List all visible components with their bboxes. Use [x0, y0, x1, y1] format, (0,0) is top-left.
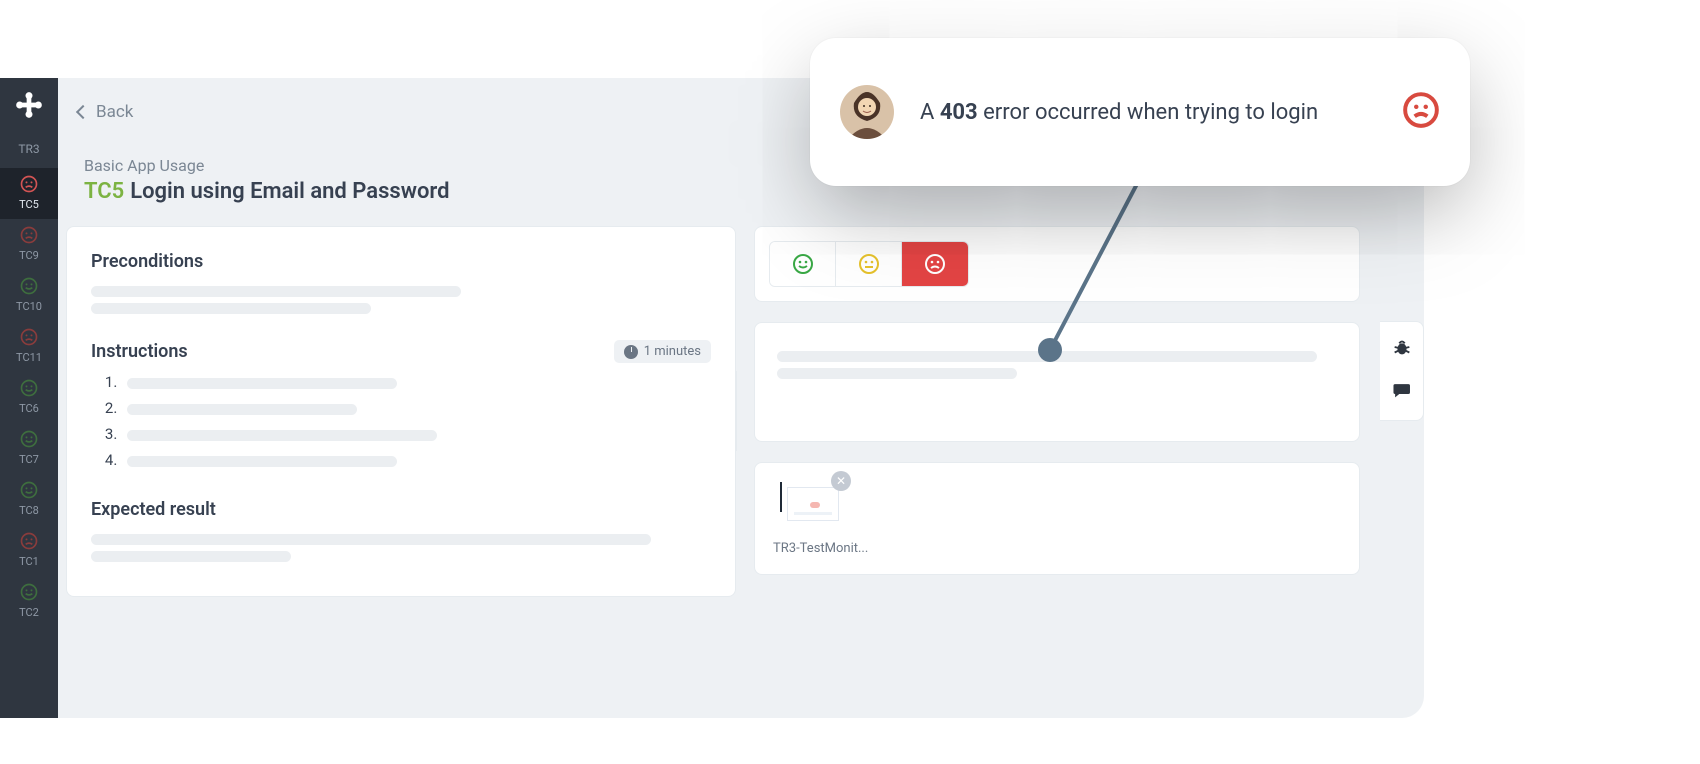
- sad-face-icon: [19, 327, 39, 347]
- side-rail: [1380, 321, 1424, 421]
- comment-icon-button[interactable]: [1391, 380, 1413, 406]
- sidebar-run-label: TR3: [18, 142, 39, 156]
- sidebar-item-tc7[interactable]: TC7: [0, 423, 58, 474]
- attachment-filename: TR3-TestMonit...: [773, 541, 1341, 556]
- list-item: [121, 373, 711, 391]
- sidebar-item-label: TC5: [19, 198, 39, 211]
- sidebar-item-label: TC9: [19, 249, 39, 262]
- app-logo-icon: [14, 90, 44, 120]
- status-caution-button[interactable]: [836, 242, 902, 286]
- chevron-left-icon: [76, 104, 90, 118]
- placeholder-line: [777, 368, 1017, 379]
- instructions-heading: Instructions: [91, 341, 188, 362]
- happy-face-icon: [19, 582, 39, 602]
- neutral-face-icon: [857, 252, 881, 276]
- sidebar-item-label: TC11: [16, 351, 42, 364]
- happy-face-icon: [19, 480, 39, 500]
- sad-face-icon: [19, 174, 39, 194]
- sidebar-item-label: TC1: [19, 555, 39, 568]
- toast-message: A 403 error occurred when trying to logi…: [920, 100, 1376, 125]
- avatar: [840, 85, 894, 139]
- placeholder-line: [91, 534, 651, 545]
- sidebar-item-tc9[interactable]: TC9: [0, 219, 58, 270]
- comment-icon: [1391, 380, 1413, 402]
- list-item: [121, 451, 711, 469]
- bug-icon: [1391, 336, 1413, 358]
- test-case-code: TC5: [84, 179, 124, 204]
- sidebar-item-tc5[interactable]: TC5: [0, 168, 58, 219]
- sidebar-item-label: TC7: [19, 453, 39, 466]
- status-pass-button[interactable]: [770, 242, 836, 286]
- sidebar-item-tc2[interactable]: TC2: [0, 576, 58, 627]
- sidebar-item-tc6[interactable]: TC6: [0, 372, 58, 423]
- test-case-title: Login using Email and Password: [130, 179, 449, 204]
- sidebar: TR3 TC5 TC9 TC10 TC11 TC6 TC7 TC8 TC1 TC…: [0, 78, 58, 718]
- time-estimate-text: 1 minutes: [644, 344, 701, 359]
- remove-attachment-button[interactable]: ✕: [831, 471, 851, 491]
- status-toggle: [769, 241, 969, 287]
- clock-icon: [624, 345, 638, 359]
- time-estimate-pill: 1 minutes: [614, 340, 711, 363]
- bug-icon-button[interactable]: [1391, 336, 1413, 362]
- sidebar-item-label: TC6: [19, 402, 39, 415]
- happy-face-icon: [19, 276, 39, 296]
- happy-face-icon: [19, 429, 39, 449]
- placeholder-line: [91, 551, 291, 562]
- status-fail-button[interactable]: [902, 242, 968, 286]
- sidebar-item-tc8[interactable]: TC8: [0, 474, 58, 525]
- sidebar-item-tc1[interactable]: TC1: [0, 525, 58, 576]
- list-item: [121, 399, 711, 417]
- placeholder-line: [91, 286, 461, 297]
- sidebar-item-tc11[interactable]: TC11: [0, 321, 58, 372]
- sidebar-item-label: TC8: [19, 504, 39, 517]
- attachments-card: ✕ TR3-TestMonit...: [754, 462, 1360, 575]
- placeholder-line: [91, 303, 371, 314]
- sad-face-icon: [19, 531, 39, 551]
- notification-toast: A 403 error occurred when trying to logi…: [810, 38, 1470, 186]
- happy-face-icon: [791, 252, 815, 276]
- details-card: Preconditions Instructions 1 minutes Exp…: [66, 226, 736, 597]
- happy-face-icon: [19, 378, 39, 398]
- sad-face-icon: [1402, 91, 1440, 129]
- back-label: Back: [96, 102, 133, 122]
- list-item: [121, 425, 711, 443]
- attachment-thumbnail: [787, 487, 839, 521]
- sidebar-item-label: TC2: [19, 606, 39, 619]
- instructions-list: [121, 373, 711, 469]
- toast-status-icon: [1402, 91, 1440, 133]
- sad-face-icon: [923, 252, 947, 276]
- sad-face-icon: [19, 225, 39, 245]
- expected-heading: Expected result: [91, 499, 711, 520]
- sidebar-item-tc10[interactable]: TC10: [0, 270, 58, 321]
- preconditions-heading: Preconditions: [91, 251, 711, 272]
- sidebar-item-label: TC10: [16, 300, 42, 313]
- attachment-tile[interactable]: ✕: [773, 481, 839, 531]
